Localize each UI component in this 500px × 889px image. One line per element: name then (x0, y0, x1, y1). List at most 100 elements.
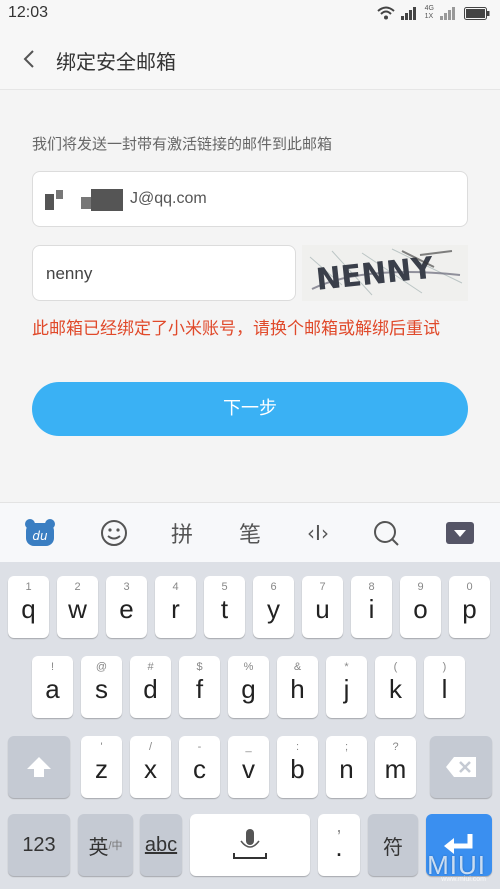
key-u[interactable]: 7u (302, 576, 343, 638)
key-label: i (368, 594, 375, 624)
numbers-key[interactable]: 123 (8, 814, 70, 876)
redaction-block (56, 190, 63, 199)
key-n[interactable]: ; n (326, 736, 367, 798)
language-switch-key[interactable]: 英/中 (78, 814, 133, 876)
backspace-icon (446, 757, 476, 777)
comma-period-key[interactable]: , . (318, 814, 360, 876)
key-label: j (343, 674, 350, 704)
key-w[interactable]: 2w (57, 576, 98, 638)
key-label: y (267, 594, 280, 624)
key-z[interactable]: ' z (81, 736, 122, 798)
key-hint: : (295, 741, 300, 753)
key-k[interactable]: (k (375, 656, 416, 718)
symbols-key[interactable]: 符 (368, 814, 418, 876)
key-f[interactable]: $ f (179, 656, 220, 718)
collapse-keyboard-button[interactable] (440, 513, 480, 553)
key-c[interactable]: -c (179, 736, 220, 798)
title-bar: 绑定安全邮箱 (0, 28, 500, 90)
key-h[interactable]: & h (277, 656, 318, 718)
key-hint: 2 (74, 581, 81, 593)
key-s[interactable]: @ s (81, 656, 122, 718)
key-label: d (143, 674, 158, 704)
key-b[interactable]: :b (277, 736, 318, 798)
key-hint: $ (196, 661, 203, 673)
key-label: c (193, 754, 206, 784)
key-l[interactable]: ) l (424, 656, 465, 718)
soft-keyboard: 1q2w3e4r5t6y7u8i9o0p ! a @ s # d $ f% g & h * j(k) l … (0, 562, 500, 889)
key-hint: - (197, 741, 202, 753)
key-hint: * (344, 661, 349, 673)
status-bar: 12:03 4G 1X (0, 0, 500, 28)
key-label: v (242, 754, 255, 784)
key-label: x (144, 754, 157, 784)
key-y[interactable]: 6y (253, 576, 294, 638)
key-label: w (68, 594, 87, 624)
microphone-icon (233, 829, 267, 859)
key-hint: / (148, 741, 153, 753)
page-title: 绑定安全邮箱 (56, 50, 176, 74)
key-hint: ) (442, 661, 447, 673)
key-t[interactable]: 5t (204, 576, 245, 638)
key-j[interactable]: * j (326, 656, 367, 718)
key-p[interactable]: 0p (449, 576, 490, 638)
key-hint: ? (392, 741, 399, 753)
key-g[interactable]: % g (228, 656, 269, 718)
abc-layout-key[interactable]: abc (140, 814, 182, 876)
backspace-key[interactable] (430, 736, 492, 798)
key-label: h (290, 674, 305, 704)
email-field[interactable]: J@qq.com (32, 171, 468, 227)
key-hint: 6 (270, 581, 277, 593)
key-v[interactable]: _ v (228, 736, 269, 798)
key-r[interactable]: 4r (155, 576, 196, 638)
key-hint: 3 (123, 581, 130, 593)
key-hint: 8 (368, 581, 375, 593)
key-hint: ' (100, 741, 103, 753)
emoji-button[interactable] (94, 513, 134, 553)
main-content: 我们将发送一封带有激活链接的邮件到此邮箱 J@qq.com nenny NENN… (0, 90, 500, 502)
status-icons: 4G 1X (376, 5, 490, 21)
key-m[interactable]: ? m (375, 736, 416, 798)
key-q[interactable]: 1q (8, 576, 49, 638)
cursor-button[interactable]: ‹I› (298, 513, 338, 553)
key-label: p (462, 594, 477, 624)
status-time: 12:03 (8, 4, 49, 21)
chevron-left-icon (23, 50, 34, 68)
ime-toolbar: du 拼 笔 ‹I› (0, 502, 500, 562)
key-label: m (384, 754, 407, 784)
instruction-text: 我们将发送一封带有激活链接的邮件到此邮箱 (32, 135, 333, 153)
back-button[interactable] (14, 44, 44, 74)
battery-icon (464, 6, 490, 20)
key-label: r (171, 594, 180, 624)
captcha-image[interactable]: NENNY (302, 245, 468, 301)
stroke-button[interactable]: 笔 (230, 513, 270, 553)
key-label: o (413, 594, 428, 624)
shift-icon (27, 757, 51, 777)
search-button[interactable] (366, 513, 406, 553)
key-i[interactable]: 8i (351, 576, 392, 638)
search-icon (374, 521, 399, 546)
key-hint: 0 (466, 581, 473, 593)
key-a[interactable]: ! a (32, 656, 73, 718)
shift-key[interactable] (8, 736, 70, 798)
pinyin-button[interactable]: 拼 (162, 513, 202, 553)
redaction-block (45, 194, 54, 210)
key-x[interactable]: / x (130, 736, 171, 798)
key-label: n (339, 754, 354, 784)
key-hint: 5 (221, 581, 228, 593)
key-d[interactable]: # d (130, 656, 171, 718)
key-label: z (95, 754, 108, 784)
key-e[interactable]: 3e (106, 576, 147, 638)
error-message: 此邮箱已经绑定了小米账号，请换个邮箱或解绑后重试 (32, 319, 440, 339)
du-logo-button[interactable]: du (20, 513, 60, 553)
captcha-input[interactable]: nenny (32, 245, 296, 301)
email-value: J@qq.com (130, 190, 207, 207)
key-label: q (21, 594, 36, 624)
smiley-icon (101, 520, 127, 546)
collapse-icon (446, 522, 474, 544)
key-label: a (45, 674, 60, 704)
captcha-graphic: NENNY (302, 245, 468, 301)
key-o[interactable]: 9o (400, 576, 441, 638)
next-button[interactable]: 下一步 (32, 382, 468, 436)
space-key[interactable] (190, 814, 310, 876)
key-label: f (195, 674, 204, 704)
